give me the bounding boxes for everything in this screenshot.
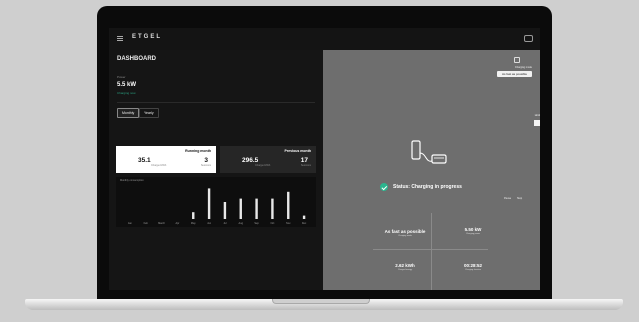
top-bar: ETGEL [109, 28, 540, 51]
chart-tick-label: Jun [207, 222, 212, 225]
stat-charging-mode: As fast as possible Charging mode [375, 229, 435, 237]
chart-bar [271, 198, 274, 219]
chart-tick-label: Sep [254, 222, 259, 225]
app-screen: ETGEL DASHBOARD Power 5.5 kW Charging no… [109, 28, 540, 290]
limit-label: Limit [534, 114, 540, 117]
stat-charged-energy: 2.62 kWh Charged energy [375, 263, 435, 271]
charging-mode-label: Charging mode [514, 66, 532, 69]
chart-bar [239, 198, 242, 219]
chart-bar [223, 202, 227, 219]
card-running-month: Running month 35.1 Charged kWh 3 Session… [116, 146, 216, 173]
stat-value: 2.62 kWh [395, 263, 415, 268]
current-status: Charging now [117, 91, 136, 95]
charging-status: Status: Charging in progress [393, 184, 462, 190]
car-icon[interactable] [524, 35, 533, 42]
check-icon [380, 183, 388, 191]
consumption-chart: Jan Feb March Apr May Jun Jul Aug Sep Oct Nov Dec M… [116, 177, 316, 227]
stop-link[interactable]: Stop [517, 197, 522, 200]
card-value-energy: 296.5 [242, 157, 259, 164]
chart-label: Monthly consumption [120, 179, 144, 182]
divider [117, 102, 315, 103]
chart-tick-label: Feb [144, 222, 149, 225]
chart-tick-label: May [191, 222, 196, 225]
stats-divider-vertical [431, 213, 432, 290]
card-title: Running month [185, 149, 211, 153]
current-power-label: Power [117, 75, 126, 79]
chart-tick-label: March [158, 222, 166, 225]
menu-icon[interactable] [117, 36, 123, 41]
lock-icon[interactable] [514, 57, 520, 63]
charging-mode-button[interactable]: As fast as possible [496, 71, 532, 77]
laptop-notch [272, 299, 370, 304]
pause-link[interactable]: Pause [504, 197, 511, 200]
limit-button[interactable] [534, 120, 540, 126]
page-title: DASHBOARD [117, 56, 156, 62]
card-unit-energy: Charged kWh [255, 164, 271, 167]
stat-label: Charging mode [398, 235, 412, 237]
dashboard-panel: DASHBOARD Power 5.5 kW Charging now Mont… [109, 50, 323, 290]
chart-tick-label: Oct [270, 222, 274, 225]
chart-tick-label: Apr [175, 222, 179, 225]
chart-tick-label: Nov [286, 222, 291, 225]
period-button-yearly[interactable]: Yearly [139, 108, 159, 118]
chart-bar [207, 188, 211, 219]
charger-icon [411, 140, 447, 164]
stat-value: 00:28:52 [463, 263, 482, 268]
chart-bar [192, 212, 195, 219]
stat-charging-duration: 00:28:52 Charging duration [443, 263, 503, 271]
brand-logo: ETGEL [132, 34, 163, 40]
bar-chart: Jan Feb March Apr May Jun Jul Aug Sep Oct Nov Dec [128, 188, 307, 225]
stats-divider-horizontal [373, 249, 488, 250]
stat-label: Charged energy [397, 269, 413, 271]
charging-panel: Charging mode As fast as possible Limit … [323, 50, 540, 290]
chart-bar [287, 191, 290, 219]
card-value-sessions: 3 [204, 157, 208, 164]
card-value-energy: 35.1 [138, 157, 151, 164]
chart-tick-label: Jul [223, 222, 227, 225]
chart-bar [302, 215, 306, 219]
card-unit-energy: Charged kWh [151, 164, 167, 167]
period-button-monthly[interactable]: Monthly [117, 108, 140, 118]
stat-value: 5.50 kW [464, 227, 482, 232]
card-unit-sessions: Sessions [300, 164, 311, 167]
stat-charging-power: 5.50 kW Charging power [443, 227, 503, 235]
stat-label: Charging power [465, 233, 481, 235]
chart-bar [255, 198, 258, 219]
laptop-lid: ETGEL DASHBOARD Power 5.5 kW Charging no… [97, 6, 552, 304]
card-value-sessions: 17 [300, 157, 308, 164]
current-power-value: 5.5 kW [117, 82, 137, 88]
stat-label: Charging duration [465, 269, 481, 271]
chart-tick-label: Dec [302, 222, 307, 225]
card-unit-sessions: Sessions [200, 164, 211, 167]
stat-value: As fast as possible [384, 229, 426, 234]
card-title: Previous month [284, 149, 311, 153]
card-previous-month: Previous month 296.5 Charged kWh 17 Sess… [220, 146, 316, 173]
chart-tick-label: Jan [128, 222, 133, 225]
chart-tick-label: Aug [239, 222, 244, 225]
